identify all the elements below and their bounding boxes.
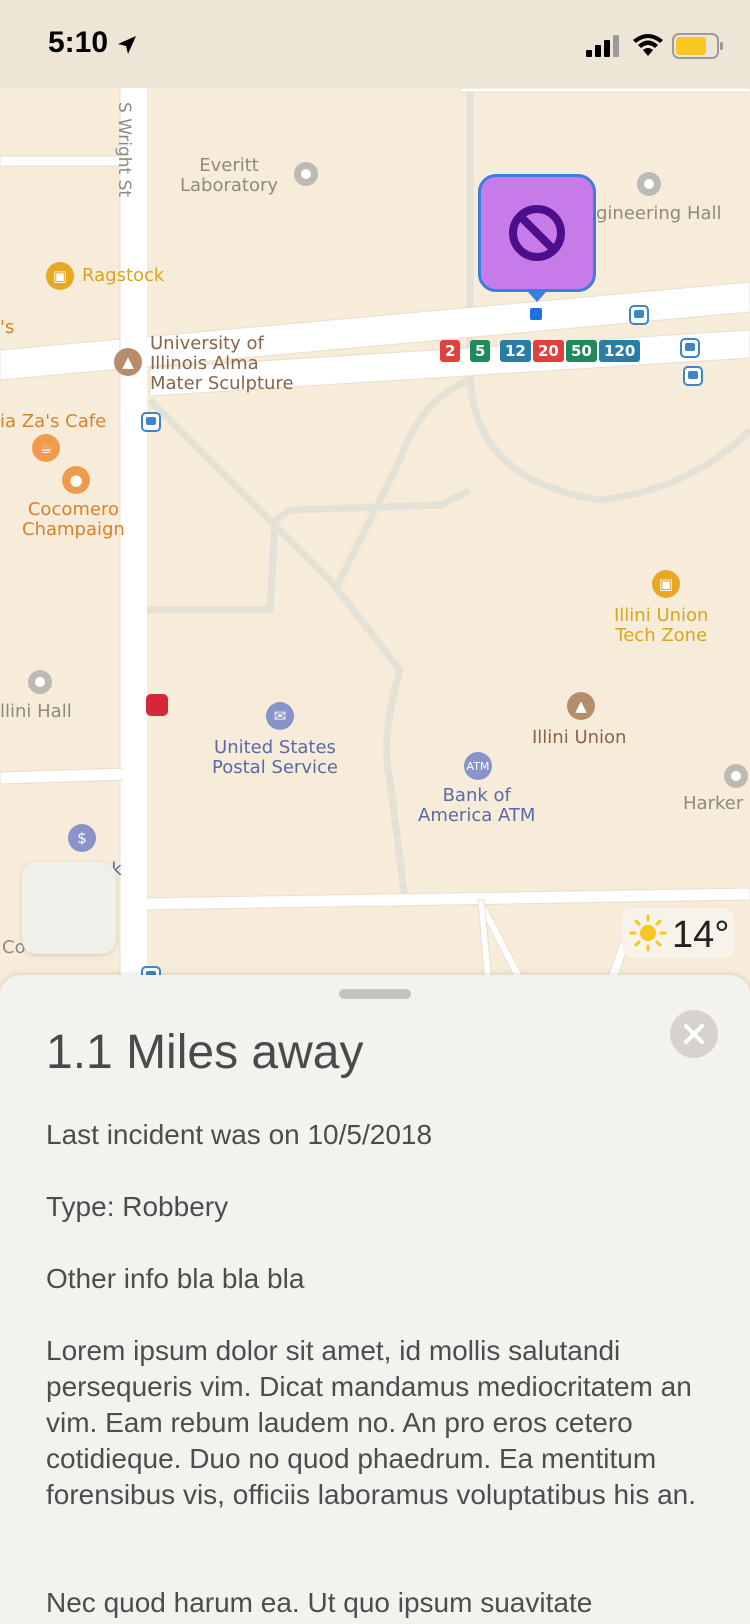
battery-icon [672, 33, 723, 59]
map-settings-button[interactable] [22, 862, 116, 954]
place-everitt-lab[interactable]: Everitt Laboratory [180, 156, 278, 196]
distance-title: 1.1 Miles away [46, 1026, 364, 1079]
incident-marker[interactable] [478, 174, 596, 292]
place-fragment: 's [0, 317, 15, 338]
place-illini-hall[interactable]: llini Hall [0, 702, 72, 722]
bus-stop-icon[interactable] [141, 412, 161, 432]
close-button[interactable] [670, 1010, 718, 1058]
shopping-bag-icon[interactable]: ▣ [46, 262, 74, 290]
marker-pointer [528, 292, 546, 302]
ice-cream-icon[interactable]: ● [62, 466, 90, 494]
bus-stop-icon[interactable] [680, 338, 700, 358]
description-paragraph-2: Nec quod harum ea. Ut quo ipsum suavitat… [46, 1587, 593, 1618]
place-za-cafe[interactable]: ia Za's Cafe [0, 412, 106, 432]
bus-route-badge[interactable]: 20 [533, 340, 564, 362]
location-pin [530, 308, 542, 320]
bus-route-badge[interactable]: 120 [599, 340, 641, 362]
cellular-signal-icon [586, 35, 619, 57]
map-view[interactable]: S Wright St Everitt Laboratory gineering… [0, 0, 750, 1000]
place-engineering-hall[interactable]: gineering Hall [596, 204, 722, 224]
shopping-bag-icon[interactable]: ▣ [652, 570, 680, 598]
place-alma-mater[interactable]: University of Illinois Alma Mater Sculpt… [150, 334, 294, 394]
bus-route-badge[interactable]: 2 [440, 340, 461, 362]
place-harker[interactable]: Harker [683, 794, 743, 814]
atm-icon[interactable]: ATM [464, 752, 492, 780]
bus-route-badge[interactable]: 12 [500, 340, 531, 362]
other-info-text: Other info bla bla bla [46, 1263, 305, 1294]
bus-route-badge[interactable]: 5 [470, 340, 491, 362]
place-tech-zone[interactable]: Illini Union Tech Zone [614, 606, 708, 646]
envelope-icon[interactable]: ✉ [266, 702, 294, 730]
bus-stop-icon[interactable] [683, 366, 703, 386]
wifi-icon [633, 34, 663, 56]
graduation-cap-icon[interactable]: ▲ [567, 692, 595, 720]
landmark-icon[interactable] [294, 162, 318, 186]
status-time: 5:10 [48, 26, 109, 59]
coffee-cup-icon[interactable]: ☕ [32, 434, 60, 462]
landmark-icon[interactable] [637, 172, 661, 196]
description-paragraph: Lorem ipsum dolor sit amet, id mollis sa… [46, 1335, 697, 1510]
status-bar: 5:10 [0, 0, 750, 88]
sun-icon [629, 914, 667, 952]
place-cocomero[interactable]: Cocomero Champaign [22, 500, 125, 540]
bus-stop-icon[interactable] [629, 305, 649, 325]
weather-widget: 14° [622, 908, 734, 958]
last-incident-text: Last incident was on 10/5/2018 [46, 1119, 433, 1150]
prohibited-icon [509, 205, 565, 261]
bank-icon[interactable]: $ [68, 824, 96, 852]
close-icon [684, 1024, 704, 1044]
landmark-icon[interactable] [724, 764, 748, 788]
landmark-icon[interactable] [28, 670, 52, 694]
place-bank-atm[interactable]: Bank of America ATM [418, 786, 535, 826]
bus-route-badge[interactable]: 50 [566, 340, 597, 362]
sheet-grabber[interactable] [339, 989, 411, 999]
street-label-wright: S Wright St [114, 102, 134, 198]
graduation-cap-icon[interactable]: ▲ [114, 348, 142, 376]
transit-station-icon[interactable] [146, 694, 168, 716]
incident-type-text: Type: Robbery [46, 1191, 229, 1222]
place-usps[interactable]: United States Postal Service [212, 738, 338, 778]
location-arrow-icon [118, 36, 136, 54]
place-ragstock[interactable]: Ragstock [82, 266, 164, 286]
temperature: 14° [672, 914, 730, 956]
place-illini-union[interactable]: Illini Union [532, 728, 626, 748]
incident-detail-sheet: 1.1 Miles away Last incident was on 10/5… [0, 975, 750, 1624]
